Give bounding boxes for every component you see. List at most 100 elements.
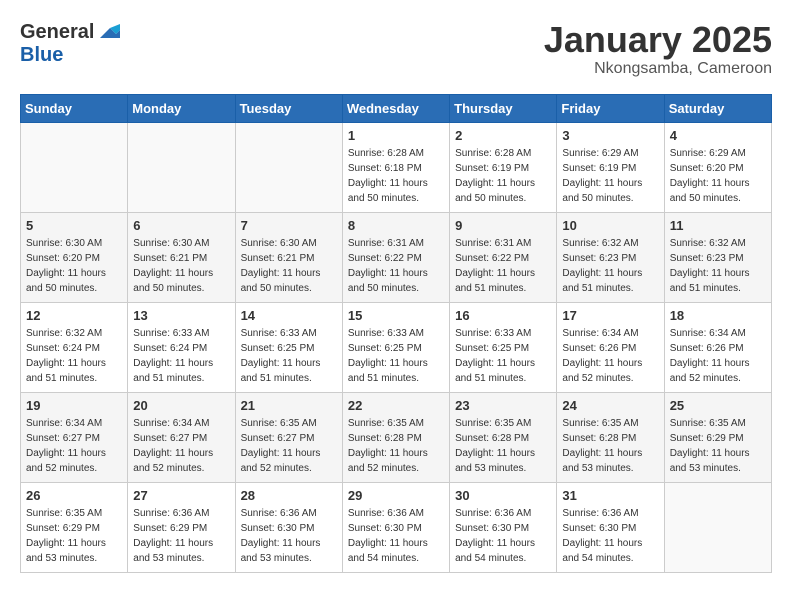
day-cell: 23 Sunrise: 6:35 AMSunset: 6:28 PMDayligh… (450, 392, 557, 482)
header-cell-saturday: Saturday (664, 94, 771, 122)
header-cell-thursday: Thursday (450, 94, 557, 122)
day-info: Sunrise: 6:35 AMSunset: 6:28 PMDaylight:… (348, 418, 428, 474)
day-cell: 26Sunrise: 6:35 AMSunset: 6:29 PMDayligh… (21, 482, 128, 572)
logo-icon (96, 20, 120, 44)
day-info: Sunrise: 6:30 AMSunset: 6:21 PMDaylight:… (133, 238, 213, 294)
day-number: 14 (241, 307, 337, 325)
title-section: January 2025 Nkongsamba, Cameroon (544, 20, 772, 78)
day-info: Sunrise: 6:35 AMSunset: 6:29 PMDaylight:… (26, 508, 106, 564)
day-number: 28 (241, 487, 337, 505)
day-info: Sunrise: 6:36 AMSunset: 6:30 PMDaylight:… (348, 508, 428, 564)
page-header: General Blue January 2025 Nkongsamba, Ca… (20, 20, 772, 78)
day-cell: 17 Sunrise: 6:34 AMSunset: 6:26 PMDayligh… (557, 302, 664, 392)
day-info: Sunrise: 6:34 AMSunset: 6:26 PMDaylight:… (562, 328, 642, 384)
day-cell: 5 Sunrise: 6:30 AMSunset: 6:20 PMDaylight… (21, 212, 128, 302)
day-info: Sunrise: 6:30 AMSunset: 6:21 PMDaylight:… (241, 238, 321, 294)
day-info: Sunrise: 6:32 AMSunset: 6:24 PMDaylight:… (26, 328, 106, 384)
day-info: Sunrise: 6:34 AMSunset: 6:27 PMDaylight:… (26, 418, 106, 474)
day-info: Sunrise: 6:31 AMSunset: 6:22 PMDaylight:… (455, 238, 535, 294)
day-number: 7 (241, 217, 337, 235)
day-info: Sunrise: 6:32 AMSunset: 6:23 PMDaylight:… (670, 238, 750, 294)
logo-blue-text: Blue (20, 44, 63, 67)
day-info: Sunrise: 6:33 AMSunset: 6:25 PMDaylight:… (455, 328, 535, 384)
day-cell: 10 Sunrise: 6:32 AMSunset: 6:23 PMDayligh… (557, 212, 664, 302)
day-info: Sunrise: 6:33 AMSunset: 6:25 PMDaylight:… (348, 328, 428, 384)
day-number: 3 (562, 127, 658, 145)
month-title: January 2025 (544, 20, 772, 60)
header-cell-tuesday: Tuesday (235, 94, 342, 122)
week-row-4: 19 Sunrise: 6:34 AMSunset: 6:27 PMDayligh… (21, 392, 772, 482)
day-number: 25 (670, 397, 766, 415)
day-info: Sunrise: 6:36 AMSunset: 6:30 PMDaylight:… (562, 508, 642, 564)
week-row-2: 5 Sunrise: 6:30 AMSunset: 6:20 PMDaylight… (21, 212, 772, 302)
day-cell (21, 122, 128, 212)
day-number: 1 (348, 127, 444, 145)
day-info: Sunrise: 6:35 AMSunset: 6:28 PMDaylight:… (455, 418, 535, 474)
day-cell: 1 Sunrise: 6:28 AMSunset: 6:18 PMDaylight… (342, 122, 449, 212)
day-cell: 22 Sunrise: 6:35 AMSunset: 6:28 PMDayligh… (342, 392, 449, 482)
day-cell (128, 122, 235, 212)
day-number: 10 (562, 217, 658, 235)
day-info: Sunrise: 6:36 AMSunset: 6:30 PMDaylight:… (455, 508, 535, 564)
day-cell: 4 Sunrise: 6:29 AMSunset: 6:20 PMDaylight… (664, 122, 771, 212)
day-info: Sunrise: 6:35 AMSunset: 6:29 PMDaylight:… (670, 418, 750, 474)
day-number: 29 (348, 487, 444, 505)
day-info: Sunrise: 6:32 AMSunset: 6:23 PMDaylight:… (562, 238, 642, 294)
day-cell: 18 Sunrise: 6:34 AMSunset: 6:26 PMDayligh… (664, 302, 771, 392)
day-number: 24 (562, 397, 658, 415)
day-number: 8 (348, 217, 444, 235)
week-row-1: 1 Sunrise: 6:28 AMSunset: 6:18 PMDaylight… (21, 122, 772, 212)
location-text: Nkongsamba, Cameroon (544, 60, 772, 78)
day-cell: 13Sunrise: 6:33 AMSunset: 6:24 PMDayligh… (128, 302, 235, 392)
calendar-body: 1 Sunrise: 6:28 AMSunset: 6:18 PMDaylight… (21, 122, 772, 572)
day-info: Sunrise: 6:29 AMSunset: 6:20 PMDaylight:… (670, 148, 750, 204)
day-cell: 6 Sunrise: 6:30 AMSunset: 6:21 PMDaylight… (128, 212, 235, 302)
day-cell: 31 Sunrise: 6:36 AMSunset: 6:30 PMDayligh… (557, 482, 664, 572)
day-info: Sunrise: 6:35 AMSunset: 6:28 PMDaylight:… (562, 418, 642, 474)
day-number: 27 (133, 487, 229, 505)
day-info: Sunrise: 6:34 AMSunset: 6:27 PMDaylight:… (133, 418, 213, 474)
day-number: 6 (133, 217, 229, 235)
day-number: 17 (562, 307, 658, 325)
header-cell-monday: Monday (128, 94, 235, 122)
day-number: 23 (455, 397, 551, 415)
day-cell: 2Sunrise: 6:28 AMSunset: 6:19 PMDaylight… (450, 122, 557, 212)
day-number: 15 (348, 307, 444, 325)
header-cell-friday: Friday (557, 94, 664, 122)
day-info: Sunrise: 6:36 AMSunset: 6:30 PMDaylight:… (241, 508, 321, 564)
day-number: 2 (455, 127, 551, 145)
day-info: Sunrise: 6:29 AMSunset: 6:19 PMDaylight:… (562, 148, 642, 204)
day-cell: 15 Sunrise: 6:33 AMSunset: 6:25 PMDayligh… (342, 302, 449, 392)
day-cell (664, 482, 771, 572)
calendar-header: SundayMondayTuesdayWednesdayThursdayFrid… (21, 94, 772, 122)
day-number: 19 (26, 397, 122, 415)
day-number: 4 (670, 127, 766, 145)
day-info: Sunrise: 6:30 AMSunset: 6:20 PMDaylight:… (26, 238, 106, 294)
logo-general-text: General (20, 21, 94, 44)
day-cell: 16Sunrise: 6:33 AMSunset: 6:25 PMDayligh… (450, 302, 557, 392)
day-cell: 8 Sunrise: 6:31 AMSunset: 6:22 PMDaylight… (342, 212, 449, 302)
day-number: 22 (348, 397, 444, 415)
day-number: 31 (562, 487, 658, 505)
day-cell: 24 Sunrise: 6:35 AMSunset: 6:28 PMDayligh… (557, 392, 664, 482)
day-cell: 19 Sunrise: 6:34 AMSunset: 6:27 PMDayligh… (21, 392, 128, 482)
day-number: 21 (241, 397, 337, 415)
day-info: Sunrise: 6:34 AMSunset: 6:26 PMDaylight:… (670, 328, 750, 384)
day-number: 9 (455, 217, 551, 235)
header-cell-sunday: Sunday (21, 94, 128, 122)
day-cell: 25 Sunrise: 6:35 AMSunset: 6:29 PMDayligh… (664, 392, 771, 482)
day-cell: 14Sunrise: 6:33 AMSunset: 6:25 PMDayligh… (235, 302, 342, 392)
day-info: Sunrise: 6:31 AMSunset: 6:22 PMDaylight:… (348, 238, 428, 294)
day-info: Sunrise: 6:35 AMSunset: 6:27 PMDaylight:… (241, 418, 321, 474)
day-info: Sunrise: 6:28 AMSunset: 6:18 PMDaylight:… (348, 148, 428, 204)
day-number: 18 (670, 307, 766, 325)
day-number: 5 (26, 217, 122, 235)
day-cell: 27 Sunrise: 6:36 AMSunset: 6:29 PMDayligh… (128, 482, 235, 572)
day-number: 20 (133, 397, 229, 415)
header-cell-wednesday: Wednesday (342, 94, 449, 122)
day-cell: 7 Sunrise: 6:30 AMSunset: 6:21 PMDaylight… (235, 212, 342, 302)
week-row-5: 26Sunrise: 6:35 AMSunset: 6:29 PMDayligh… (21, 482, 772, 572)
day-info: Sunrise: 6:36 AMSunset: 6:29 PMDaylight:… (133, 508, 213, 564)
day-number: 13 (133, 307, 229, 325)
day-cell: 11Sunrise: 6:32 AMSunset: 6:23 PMDayligh… (664, 212, 771, 302)
